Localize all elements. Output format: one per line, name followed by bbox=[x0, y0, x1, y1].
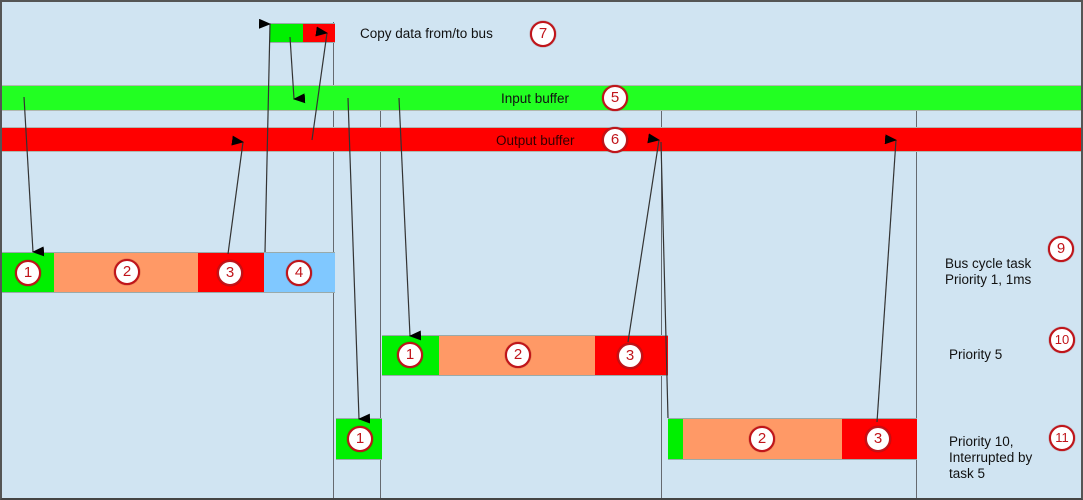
task-timing-diagram: Copy data from/to bus 7 Input buffer 5 O… bbox=[0, 0, 1083, 500]
arrow-input-to-bus-read bbox=[23, 96, 45, 257]
arrow-task10-write-to-output bbox=[876, 134, 897, 423]
arrow-bus-copy-to-copy-block bbox=[258, 18, 271, 253]
arrow-bus-write-to-output bbox=[227, 135, 244, 255]
arrow-output-to-copy-block bbox=[311, 26, 328, 141]
arrow-task5-write-to-output bbox=[627, 133, 660, 343]
arrow-copy-to-input bbox=[289, 36, 306, 104]
data-flow-arrows bbox=[23, 18, 897, 424]
arrow-output-to-task10 bbox=[660, 141, 669, 419]
arrow-input-to-task5-read bbox=[398, 97, 422, 341]
arrow-input-to-task10-read bbox=[347, 97, 371, 424]
